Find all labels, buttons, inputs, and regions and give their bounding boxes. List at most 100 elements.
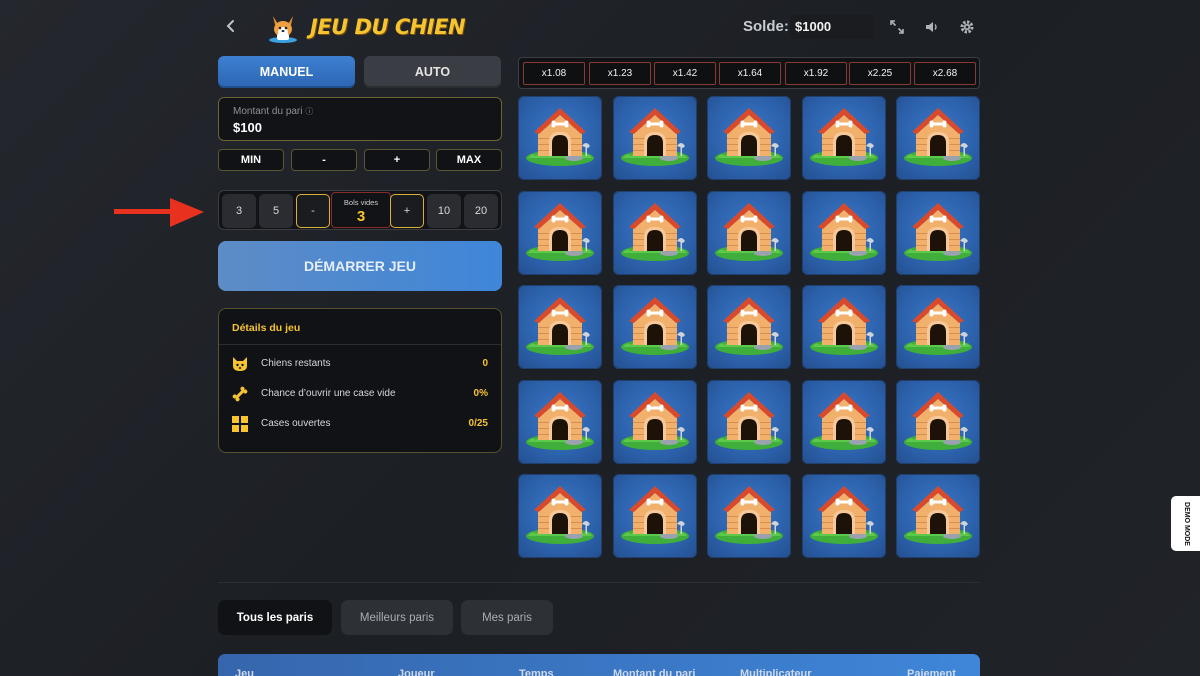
column-header-payout: Paiement: [907, 668, 956, 676]
bet-amount-value[interactable]: $100: [233, 120, 262, 135]
grid-tile[interactable]: [896, 380, 980, 464]
fullscreen-icon: [890, 20, 904, 34]
tab-manual[interactable]: MANUEL: [218, 56, 355, 88]
grid-tile[interactable]: [896, 285, 980, 369]
doghouse-icon: [715, 297, 783, 355]
grid-tile[interactable]: [613, 191, 697, 275]
grid-tile[interactable]: [518, 474, 602, 558]
grid-tile[interactable]: [802, 96, 886, 180]
dog-face-icon: [233, 357, 247, 371]
grid-tile[interactable]: [518, 380, 602, 464]
doghouse-icon: [526, 203, 594, 261]
column-header-multiplier: Multiplicateur: [740, 668, 812, 676]
grid-tile[interactable]: [707, 474, 791, 558]
grid-tile[interactable]: [707, 191, 791, 275]
doghouse-icon: [526, 392, 594, 450]
doghouse-icon: [715, 392, 783, 450]
multiplier-step: x1.92: [785, 62, 847, 85]
settings-gear-icon: [960, 20, 974, 34]
doghouse-icon: [810, 297, 878, 355]
tab-best-bets[interactable]: Meilleurs paris: [341, 600, 453, 635]
bets-table-header: Jeu Joueur Temps Montant du pari Multipl…: [218, 654, 980, 676]
tab-all-bets[interactable]: Tous les paris: [218, 600, 332, 635]
grid-tile[interactable]: [896, 474, 980, 558]
doghouse-icon: [904, 108, 972, 166]
doghouse-icon: [904, 297, 972, 355]
doghouse-icon: [810, 108, 878, 166]
fullscreen-button[interactable]: [886, 16, 908, 38]
balance-label: Solde:: [743, 18, 789, 35]
start-game-button[interactable]: DÉMARRER JEU: [218, 241, 502, 291]
bet-increase-button[interactable]: +: [364, 149, 430, 171]
info-icon: ⓘ: [305, 107, 314, 116]
doghouse-icon: [810, 392, 878, 450]
grid-tile[interactable]: [613, 380, 697, 464]
doghouse-icon: [810, 486, 878, 544]
grid-tile[interactable]: [802, 474, 886, 558]
divider: [219, 344, 501, 345]
tab-my-bets[interactable]: Mes paris: [461, 600, 553, 635]
tab-auto[interactable]: AUTO: [364, 56, 501, 88]
detail-label: Chance d’ouvrir une case vide: [261, 388, 396, 399]
doghouse-icon: [621, 392, 689, 450]
bowls-preset-5[interactable]: 5: [259, 194, 293, 228]
grid-tile[interactable]: [613, 285, 697, 369]
bowls-value: 3: [356, 208, 366, 225]
empty-bowls-selector: 3 5 - Bols vides 3 + 10 20: [218, 190, 502, 230]
grid-tile[interactable]: [518, 285, 602, 369]
column-header-bet-amount: Montant du pari: [613, 668, 696, 676]
grid-tile[interactable]: [613, 474, 697, 558]
bet-max-button[interactable]: MAX: [436, 149, 502, 171]
bet-amount-label: Montant du pari ⓘ: [233, 106, 313, 117]
bowls-preset-20[interactable]: 20: [464, 194, 498, 228]
doghouse-icon: [904, 392, 972, 450]
volume-button[interactable]: [921, 16, 943, 38]
game-details-title: Détails du jeu: [232, 322, 301, 334]
grid-tile[interactable]: [518, 96, 602, 180]
detail-value: 0: [482, 358, 488, 369]
red-arrow-icon: [114, 198, 204, 227]
grid-tile[interactable]: [802, 191, 886, 275]
settings-button[interactable]: [956, 16, 978, 38]
grid-tile[interactable]: [802, 285, 886, 369]
column-header-player: Joueur: [398, 668, 435, 676]
detail-label: Cases ouvertes: [261, 418, 331, 429]
bet-amount-label-text: Montant du pari: [233, 106, 303, 117]
bowls-preset-10[interactable]: 10: [427, 194, 461, 228]
detail-value: 0%: [473, 388, 488, 399]
grid-tile[interactable]: [802, 380, 886, 464]
grid-tile[interactable]: [613, 96, 697, 180]
doghouse-icon: [526, 108, 594, 166]
bet-min-button[interactable]: MIN: [218, 149, 284, 171]
doghouse-icon: [715, 108, 783, 166]
bet-decrease-button[interactable]: -: [291, 149, 357, 171]
app-title: JEU DU CHIEN: [310, 15, 466, 39]
bowls-preset-3[interactable]: 3: [222, 194, 256, 228]
bone-icon: [232, 386, 248, 402]
doghouse-icon: [526, 297, 594, 355]
doghouse-icon: [621, 486, 689, 544]
bowls-decrease-button[interactable]: -: [296, 194, 330, 228]
corgi-logo-icon: [269, 16, 297, 43]
bowls-increase-button[interactable]: +: [390, 194, 424, 228]
doghouse-icon: [904, 203, 972, 261]
balance-value: $1000: [790, 15, 874, 39]
bet-amount-field[interactable]: Montant du pari ⓘ $100: [218, 97, 502, 141]
grid-tile[interactable]: [707, 285, 791, 369]
doghouse-icon: [715, 203, 783, 261]
grid-tile[interactable]: [896, 96, 980, 180]
back-button[interactable]: [218, 13, 244, 39]
doghouse-icon: [621, 203, 689, 261]
volume-icon: [926, 22, 937, 32]
detail-row-open-cells: Cases ouvertes 0/25: [219, 414, 501, 434]
grid-tile[interactable]: [707, 380, 791, 464]
doghouse-icon: [715, 486, 783, 544]
grid-tile[interactable]: [518, 191, 602, 275]
grid-tile[interactable]: [707, 96, 791, 180]
grid-tile[interactable]: [896, 191, 980, 275]
chevron-left-icon: [226, 20, 234, 32]
game-details-panel: Détails du jeu Chiens restants 0 Chance …: [218, 308, 502, 453]
demo-mode-badge: DEMO MODE: [1171, 496, 1200, 551]
multiplier-step: x1.64: [719, 62, 781, 85]
column-header-game: Jeu: [235, 668, 254, 676]
